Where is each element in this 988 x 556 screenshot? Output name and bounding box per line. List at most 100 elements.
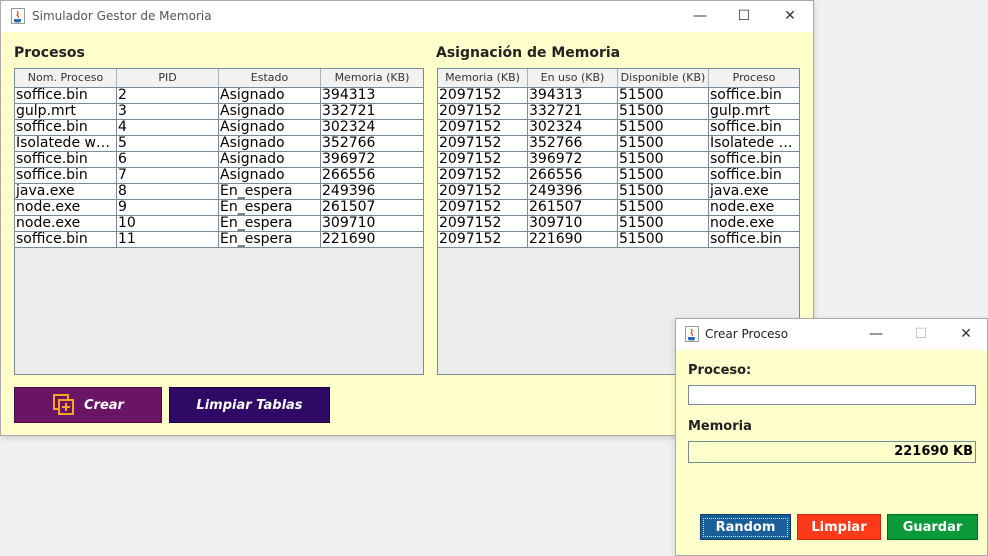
asignacion-heading: Asignación de Memoria	[436, 45, 621, 61]
table-cell: gulp.mrt	[709, 104, 799, 120]
table-cell: 309710	[321, 216, 423, 232]
column-header-disponible[interactable]: Disponible (KB)	[618, 69, 709, 87]
table-row[interactable]: java.exe 8 En_espera 249396	[15, 184, 423, 200]
procesos-table[interactable]: Nom. Proceso PID Estado Memoria (KB) sof…	[14, 68, 424, 375]
table-row[interactable]: soffice.bin 11 En_espera 221690	[15, 232, 423, 248]
table-cell: 2	[117, 88, 219, 104]
table-row[interactable]: soffice.bin 6 Asignado 396972	[15, 152, 423, 168]
table-row[interactable]: 2097152 221690 51500 soffice.bin	[438, 232, 799, 248]
table-cell: 51500	[618, 200, 709, 216]
table-row[interactable]: Isolatede w… 5 Asignado 352766	[15, 136, 423, 152]
minimize-button[interactable]: —	[680, 5, 720, 27]
table-cell: 7	[117, 168, 219, 184]
table-cell: Asignado	[219, 88, 321, 104]
random-button[interactable]: Random	[700, 514, 791, 540]
proceso-input[interactable]	[688, 385, 976, 405]
table-cell: 2097152	[438, 232, 528, 248]
table-row[interactable]: soffice.bin 7 Asignado 266556	[15, 168, 423, 184]
dialog-client-area: Proceso: Memoria 221690 KB Random Limpia…	[676, 350, 987, 555]
column-header-memoria-kb[interactable]: Memoria (KB)	[438, 69, 528, 87]
column-header-proceso[interactable]: Proceso	[709, 69, 799, 87]
guardar-button[interactable]: Guardar	[887, 514, 978, 540]
table-row[interactable]: 2097152 266556 51500 soffice.bin	[438, 168, 799, 184]
column-header-en-uso[interactable]: En uso (KB)	[528, 69, 618, 87]
crear-button[interactable]: Crear	[14, 387, 162, 423]
table-row[interactable]: 2097152 309710 51500 node.exe	[438, 216, 799, 232]
table-cell: 2097152	[438, 216, 528, 232]
add-copy-icon	[53, 394, 75, 415]
main-titlebar[interactable]: Simulador Gestor de Memoria — ☐ ✕	[1, 1, 813, 32]
java-cup-icon	[11, 8, 25, 24]
table-row[interactable]: gulp.mrt 3 Asignado 332721	[15, 104, 423, 120]
table-cell: 394313	[321, 88, 423, 104]
table-cell: 6	[117, 152, 219, 168]
table-cell: 352766	[528, 136, 618, 152]
table-cell: soffice.bin	[15, 152, 117, 168]
dialog-close-button[interactable]: ✕	[946, 323, 986, 345]
table-cell: 5	[117, 136, 219, 152]
table-cell: 51500	[618, 136, 709, 152]
table-cell: Asignado	[219, 120, 321, 136]
table-cell: 221690	[528, 232, 618, 248]
table-cell: soffice.bin	[709, 120, 799, 136]
table-cell: 332721	[321, 104, 423, 120]
table-cell: 2097152	[438, 136, 528, 152]
procesos-table-body: soffice.bin 2 Asignado 394313 gulp.mrt 3 Asign…	[15, 88, 423, 248]
table-row[interactable]: 2097152 332721 51500 gulp.mrt	[438, 104, 799, 120]
table-row[interactable]: 2097152 249396 51500 java.exe	[438, 184, 799, 200]
table-cell: 51500	[618, 216, 709, 232]
dialog-titlebar[interactable]: Crear Proceso — ☐ ✕	[676, 319, 987, 350]
dialog-minimize-button[interactable]: —	[856, 323, 896, 345]
main-window-title: Simulador Gestor de Memoria	[32, 9, 212, 23]
table-cell: 51500	[618, 152, 709, 168]
table-row[interactable]: node.exe 9 En_espera 261507	[15, 200, 423, 216]
table-cell: 332721	[528, 104, 618, 120]
table-cell: node.exe	[709, 200, 799, 216]
table-cell: 352766	[321, 136, 423, 152]
table-row[interactable]: soffice.bin 2 Asignado 394313	[15, 88, 423, 104]
limpiar-tablas-button[interactable]: Limpiar Tablas	[169, 387, 330, 423]
column-header-estado[interactable]: Estado	[219, 69, 321, 87]
table-row[interactable]: soffice.bin 4 Asignado 302324	[15, 120, 423, 136]
table-cell: 51500	[618, 104, 709, 120]
table-cell: En_espera	[219, 216, 321, 232]
table-cell: Isolatede w…	[15, 136, 117, 152]
maximize-button[interactable]: ☐	[724, 5, 764, 27]
table-cell: 309710	[528, 216, 618, 232]
table-cell: 396972	[321, 152, 423, 168]
table-row[interactable]: node.exe 10 En_espera 309710	[15, 216, 423, 232]
random-button-label: Random	[702, 517, 789, 537]
crear-proceso-dialog: Crear Proceso — ☐ ✕ Proceso: Memoria 221…	[675, 318, 988, 556]
table-cell: Asignado	[219, 136, 321, 152]
table-cell: 51500	[618, 232, 709, 248]
table-cell: node.exe	[15, 216, 117, 232]
asignacion-table-body: 2097152 394313 51500 soffice.bin 2097152 3327…	[438, 88, 799, 248]
table-cell: 2097152	[438, 200, 528, 216]
table-row[interactable]: 2097152 352766 51500 Isolatede …	[438, 136, 799, 152]
table-cell: java.exe	[15, 184, 117, 200]
table-cell: Isolatede …	[709, 136, 799, 152]
table-cell: 4	[117, 120, 219, 136]
table-cell: soffice.bin	[709, 88, 799, 104]
asignacion-table-header: Memoria (KB) En uso (KB) Disponible (KB)…	[438, 69, 799, 88]
table-cell: 51500	[618, 120, 709, 136]
table-cell: 302324	[321, 120, 423, 136]
table-row[interactable]: 2097152 261507 51500 node.exe	[438, 200, 799, 216]
table-cell: 2097152	[438, 104, 528, 120]
limpiar-button[interactable]: Limpiar	[797, 514, 881, 540]
table-cell: soffice.bin	[15, 168, 117, 184]
column-header-memoria[interactable]: Memoria (KB)	[321, 69, 423, 87]
table-row[interactable]: 2097152 394313 51500 soffice.bin	[438, 88, 799, 104]
crear-button-label: Crear	[84, 397, 124, 413]
column-header-pid[interactable]: PID	[117, 69, 219, 87]
table-cell: 2097152	[438, 152, 528, 168]
table-cell: Asignado	[219, 152, 321, 168]
column-header-nom-proceso[interactable]: Nom. Proceso	[15, 69, 117, 87]
table-row[interactable]: 2097152 302324 51500 soffice.bin	[438, 120, 799, 136]
close-button[interactable]: ✕	[770, 5, 810, 27]
memoria-field[interactable]: 221690 KB	[688, 441, 976, 463]
table-cell: 302324	[528, 120, 618, 136]
table-cell: En_espera	[219, 232, 321, 248]
table-row[interactable]: 2097152 396972 51500 soffice.bin	[438, 152, 799, 168]
proceso-label: Proceso:	[688, 363, 752, 378]
